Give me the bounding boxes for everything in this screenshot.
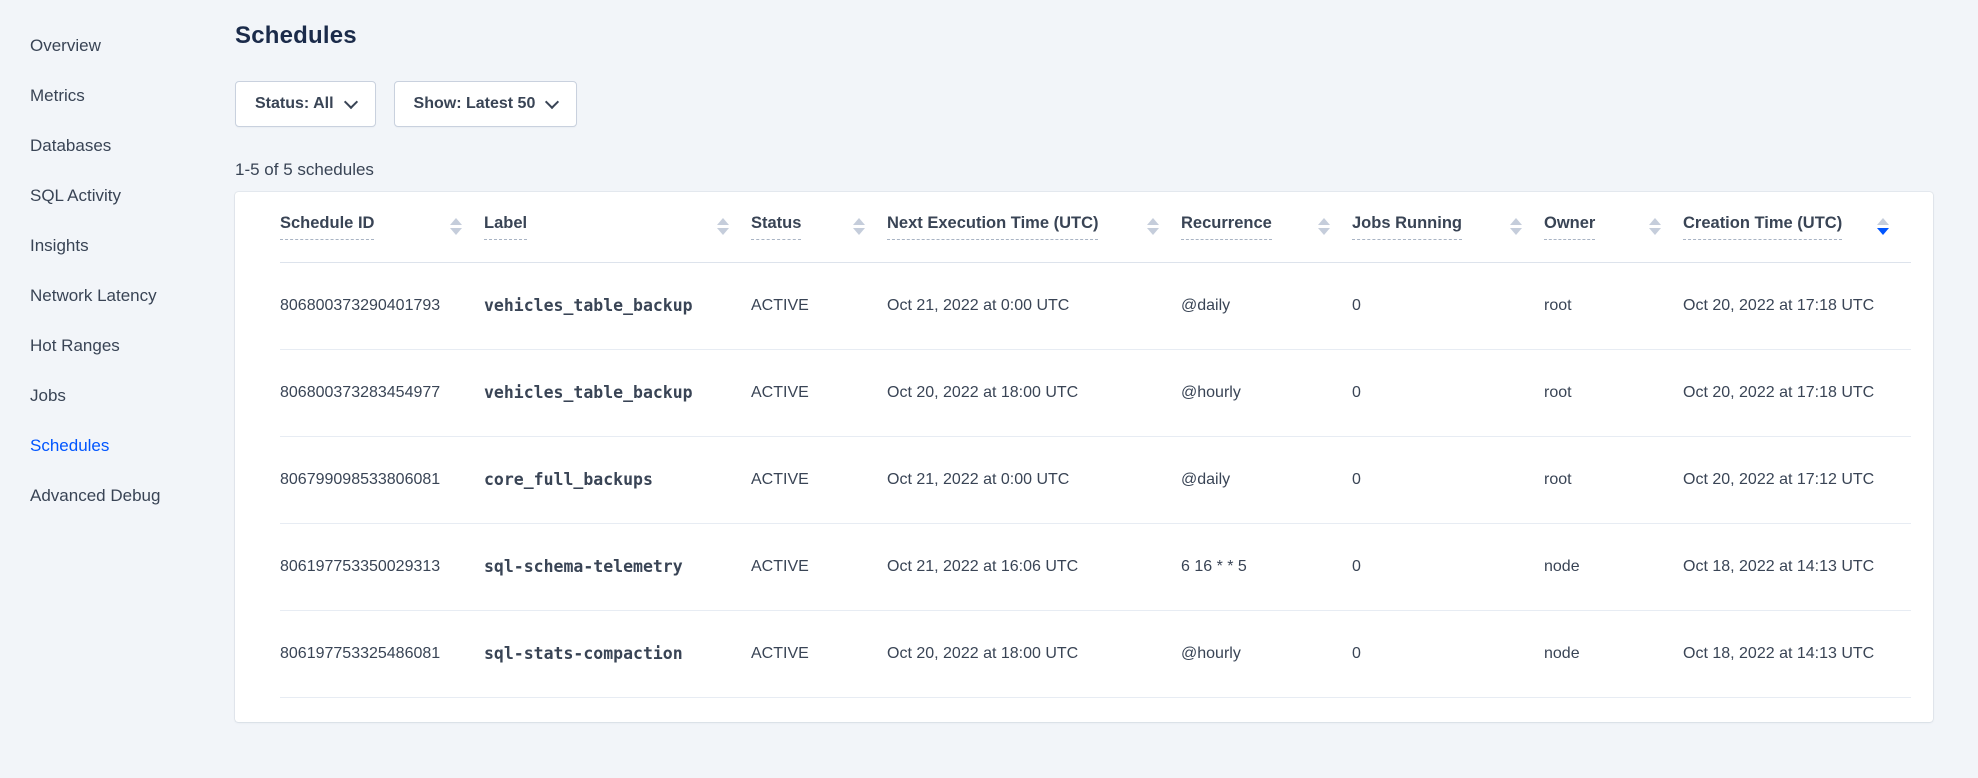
column-header-schedule-id[interactable]: Schedule ID — [280, 192, 484, 262]
sort-icon — [1318, 218, 1330, 235]
cell-status: ACTIVE — [751, 349, 887, 436]
schedule-label-mono: sql-stats-compaction — [484, 644, 683, 663]
column-label: Recurrence — [1181, 214, 1272, 240]
column-label: Schedule ID — [280, 214, 374, 240]
column-label: Creation Time (UTC) — [1683, 214, 1842, 240]
cell-recurrence: @hourly — [1181, 610, 1352, 697]
app-layout: OverviewMetricsDatabasesSQL ActivityInsi… — [0, 0, 1978, 778]
cell-creation-time: Oct 18, 2022 at 14:13 UTC — [1683, 523, 1911, 610]
sort-icon — [1649, 218, 1661, 235]
cell-recurrence: @hourly — [1181, 349, 1352, 436]
table-row: 806197753350029313sql-schema-telemetry AC… — [280, 523, 1911, 610]
chevron-down-icon — [343, 94, 357, 108]
sidebar-item-sql-activity[interactable]: SQL Activity — [30, 171, 235, 221]
show-filter-dropdown[interactable]: Show: Latest 50 — [394, 81, 578, 127]
cell-recurrence: 6 16 * * 5 — [1181, 523, 1352, 610]
sidebar-item-metrics[interactable]: Metrics — [30, 71, 235, 121]
cell-schedule-id: 806197753350029313 — [280, 523, 484, 610]
cell-creation-time: Oct 20, 2022 at 17:12 UTC — [1683, 436, 1911, 523]
cell-jobs-running: 0 — [1352, 436, 1544, 523]
cell-owner: node — [1544, 610, 1683, 697]
sort-icon — [717, 218, 729, 235]
column-label: Owner — [1544, 214, 1595, 240]
cell-schedule-id: 806800373290401793 — [280, 262, 484, 349]
cell-creation-time: Oct 20, 2022 at 17:18 UTC — [1683, 262, 1911, 349]
column-label: Label — [484, 214, 527, 240]
cell-recurrence: @daily — [1181, 262, 1352, 349]
column-header-next-execution[interactable]: Next Execution Time (UTC) — [887, 192, 1181, 262]
results-count: 1-5 of 5 schedules — [235, 160, 1933, 180]
column-label: Jobs Running — [1352, 214, 1462, 240]
sidebar-item-insights[interactable]: Insights — [30, 221, 235, 271]
column-label: Next Execution Time (UTC) — [887, 214, 1098, 240]
sort-icon — [1510, 218, 1522, 235]
page-title: Schedules — [235, 22, 1933, 50]
column-header-status[interactable]: Status — [751, 192, 887, 262]
sidebar: OverviewMetricsDatabasesSQL ActivityInsi… — [0, 0, 235, 778]
cell-status: ACTIVE — [751, 436, 887, 523]
table-header-row: Schedule ID Label Status Next Execution Tim… — [280, 192, 1911, 262]
column-header-owner[interactable]: Owner — [1544, 192, 1683, 262]
cell-jobs-running: 0 — [1352, 262, 1544, 349]
cell-jobs-running: 0 — [1352, 349, 1544, 436]
status-filter-dropdown[interactable]: Status: All — [235, 81, 376, 127]
cell-jobs-running: 0 — [1352, 610, 1544, 697]
sidebar-item-overview[interactable]: Overview — [30, 21, 235, 71]
show-filter-label: Show: Latest 50 — [414, 95, 536, 113]
table-row: 806799098533806081core_full_backups ACTIV… — [280, 436, 1911, 523]
sidebar-item-hot-ranges[interactable]: Hot Ranges — [30, 321, 235, 371]
sidebar-item-network-latency[interactable]: Network Latency — [30, 271, 235, 321]
schedule-label-mono: vehicles_table_backup — [484, 383, 693, 402]
cell-schedule-id: 806799098533806081 — [280, 436, 484, 523]
cell-next-execution: Oct 21, 2022 at 16:06 UTC — [887, 523, 1181, 610]
cell-next-execution: Oct 20, 2022 at 18:00 UTC — [887, 349, 1181, 436]
schedule-label-mono: sql-schema-telemetry — [484, 557, 683, 576]
cell-label: sql-stats-compaction — [484, 610, 751, 697]
cell-owner: node — [1544, 523, 1683, 610]
cell-status: ACTIVE — [751, 523, 887, 610]
table-row: 806197753325486081sql-stats-compaction AC… — [280, 610, 1911, 697]
cell-status: ACTIVE — [751, 610, 887, 697]
cell-schedule-id: 806800373283454977 — [280, 349, 484, 436]
cell-label: vehicles_table_backup — [484, 262, 751, 349]
cell-jobs-running: 0 — [1352, 523, 1544, 610]
cell-recurrence: @daily — [1181, 436, 1352, 523]
cell-owner: root — [1544, 436, 1683, 523]
cell-label: sql-schema-telemetry — [484, 523, 751, 610]
filter-bar: Status: All Show: Latest 50 — [235, 81, 1933, 127]
column-header-label[interactable]: Label — [484, 192, 751, 262]
cell-next-execution: Oct 21, 2022 at 0:00 UTC — [887, 262, 1181, 349]
sidebar-item-advanced-debug[interactable]: Advanced Debug — [30, 471, 235, 521]
cell-schedule-id: 806197753325486081 — [280, 610, 484, 697]
schedules-table-card: Schedule ID Label Status Next Execution Tim… — [235, 192, 1933, 722]
schedules-table: Schedule ID Label Status Next Execution Tim… — [280, 192, 1911, 698]
cell-owner: root — [1544, 262, 1683, 349]
sort-icon — [450, 218, 462, 235]
sort-icon — [853, 218, 865, 235]
cell-next-execution: Oct 20, 2022 at 18:00 UTC — [887, 610, 1181, 697]
status-filter-label: Status: All — [255, 95, 334, 113]
column-header-recurrence[interactable]: Recurrence — [1181, 192, 1352, 262]
schedule-label-mono: vehicles_table_backup — [484, 296, 693, 315]
sidebar-item-databases[interactable]: Databases — [30, 121, 235, 171]
cell-creation-time: Oct 18, 2022 at 14:13 UTC — [1683, 610, 1911, 697]
cell-creation-time: Oct 20, 2022 at 17:18 UTC — [1683, 349, 1911, 436]
column-label: Status — [751, 214, 801, 240]
sort-icon — [1877, 218, 1889, 235]
table-row: 806800373290401793vehicles_table_backup A… — [280, 262, 1911, 349]
cell-owner: root — [1544, 349, 1683, 436]
cell-label: vehicles_table_backup — [484, 349, 751, 436]
main-content: Schedules Status: All Show: Latest 50 1-… — [235, 0, 1978, 778]
sidebar-item-jobs[interactable]: Jobs — [30, 371, 235, 421]
sidebar-item-schedules[interactable]: Schedules — [30, 421, 235, 471]
cell-next-execution: Oct 21, 2022 at 0:00 UTC — [887, 436, 1181, 523]
cell-label: core_full_backups — [484, 436, 751, 523]
column-header-jobs-running[interactable]: Jobs Running — [1352, 192, 1544, 262]
chevron-down-icon — [545, 94, 559, 108]
column-header-creation-time[interactable]: Creation Time (UTC) — [1683, 192, 1911, 262]
cell-status: ACTIVE — [751, 262, 887, 349]
table-row: 806800373283454977vehicles_table_backup A… — [280, 349, 1911, 436]
sort-icon — [1147, 218, 1159, 235]
schedule-label-mono: core_full_backups — [484, 470, 653, 489]
